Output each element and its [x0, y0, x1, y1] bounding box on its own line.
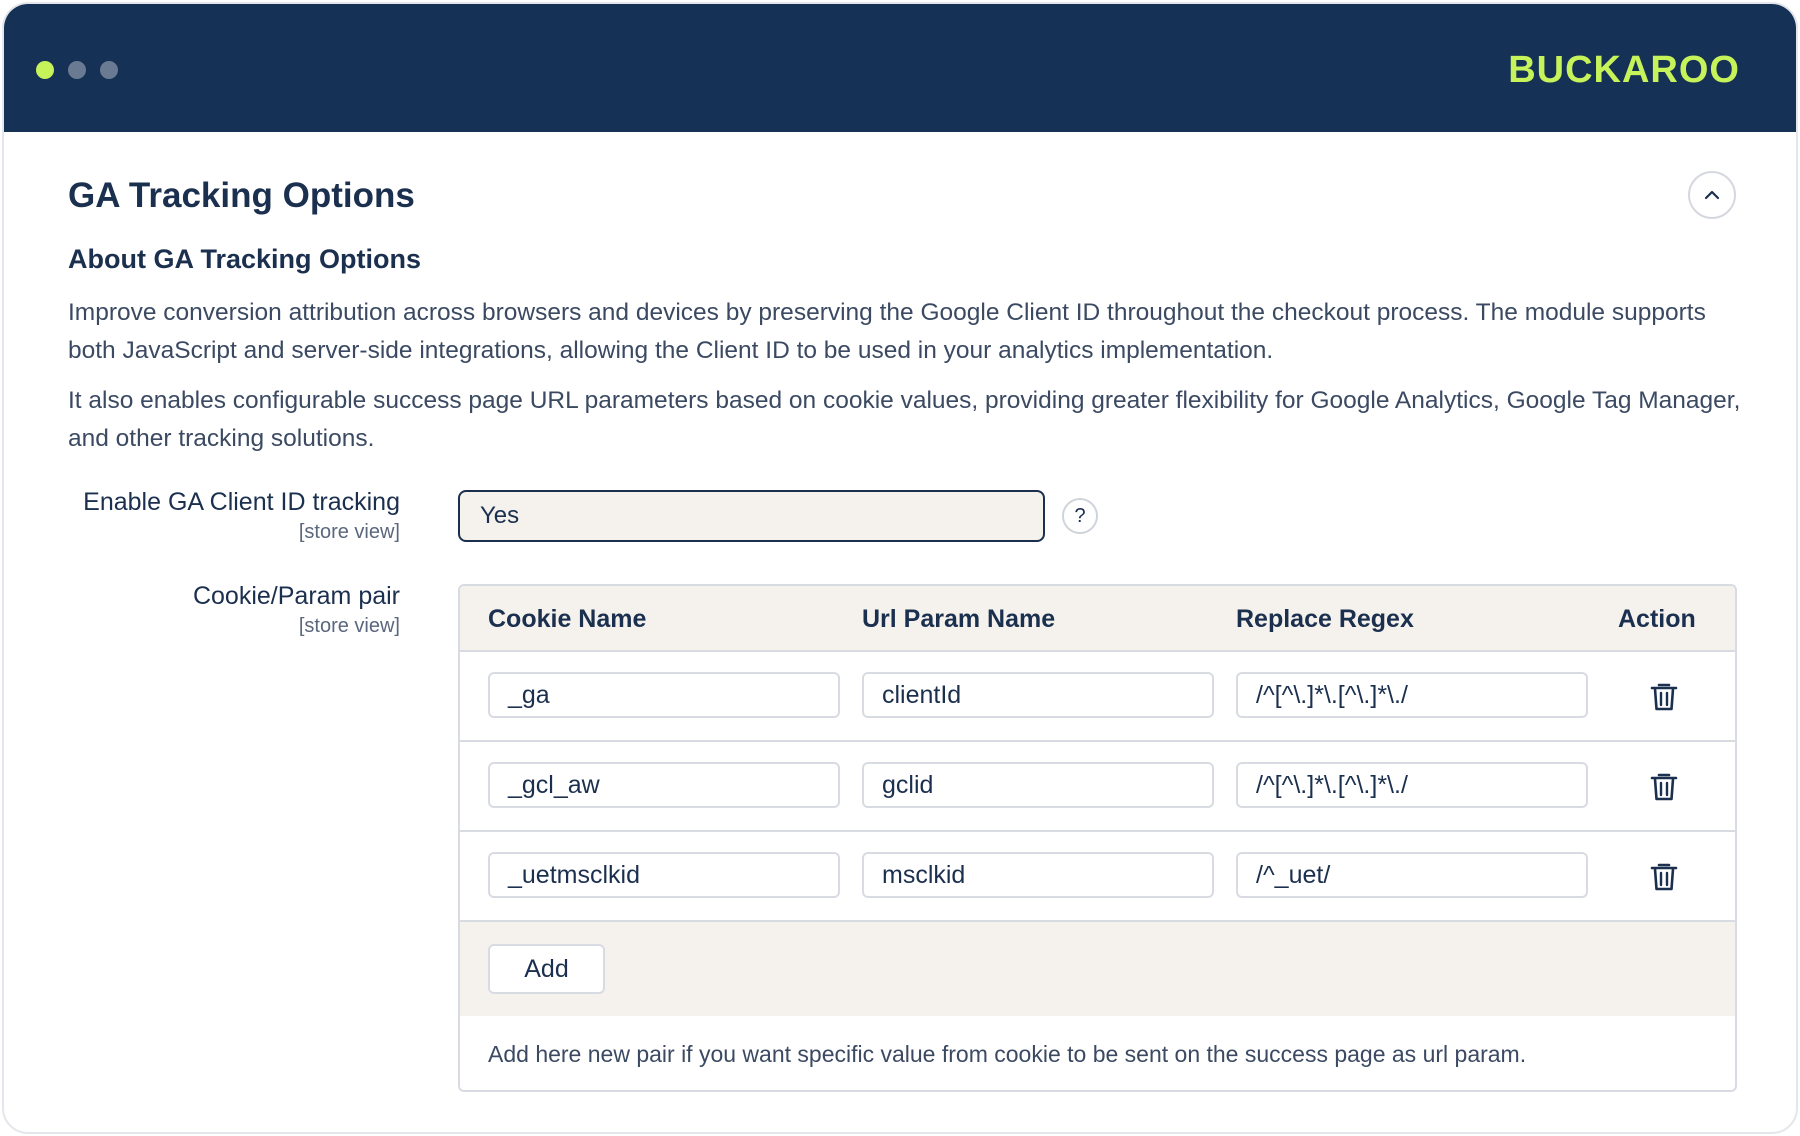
- about-title: About GA Tracking Options: [68, 244, 422, 274]
- window-dot-gray-2[interactable]: [100, 61, 118, 79]
- enable-tracking-select[interactable]: Yes: [458, 490, 1045, 542]
- url-param-input[interactable]: msclkid: [862, 852, 1214, 898]
- add-row: Add: [460, 922, 1735, 1016]
- field-scope: [store view]: [298, 615, 400, 637]
- collapse-button[interactable]: [1688, 171, 1736, 219]
- replace-regex-input[interactable]: /^_uet/: [1236, 852, 1588, 898]
- table-header: Cookie Name Url Param Name Replace Regex…: [460, 586, 1735, 652]
- replace-regex-input[interactable]: /^[^\.]*\.[^\.]*\./: [1236, 762, 1588, 808]
- cookie-param-table: Cookie Name Url Param Name Replace Regex…: [458, 584, 1737, 1092]
- description-paragraph-2: It also enables configurable success pag…: [68, 387, 1741, 452]
- trash-icon[interactable]: [1650, 862, 1678, 892]
- cookie-param-label: Cookie/Param pair [store view]: [193, 582, 400, 638]
- cookie-name-input[interactable]: _uetmsclkid: [488, 852, 840, 898]
- cookie-name-input[interactable]: _ga: [488, 672, 840, 718]
- enable-tracking-label: Enable GA Client ID tracking [store view…: [83, 488, 400, 544]
- trash-icon[interactable]: [1650, 772, 1678, 802]
- table-row: _uetmsclkid msclkid /^_uet/: [460, 832, 1735, 922]
- chevron-up-icon: [1704, 190, 1720, 200]
- app-window: BUCKAROO GA Tracking Options About GA Tr…: [2, 2, 1798, 1134]
- replace-regex-input[interactable]: /^[^\.]*\.[^\.]*\./: [1236, 672, 1588, 718]
- column-header-cookie-name: Cookie Name: [488, 605, 647, 633]
- window-dot-gray[interactable]: [68, 61, 86, 79]
- window-dot-green[interactable]: [36, 61, 54, 79]
- help-icon[interactable]: ?: [1062, 498, 1098, 534]
- field-label: Enable GA Client ID tracking: [83, 488, 400, 516]
- column-header-replace-regex: Replace Regex: [1236, 605, 1414, 633]
- title-bar: BUCKAROO: [4, 4, 1796, 132]
- table-row: _gcl_aw gclid /^[^\.]*\.[^\.]*\./: [460, 742, 1735, 832]
- section-title: GA Tracking Options: [68, 176, 415, 215]
- description-paragraph: Improve conversion attribution across br…: [68, 299, 1706, 364]
- cookie-name-input[interactable]: _gcl_aw: [488, 762, 840, 808]
- table-note: Add here new pair if you want specific v…: [488, 1041, 1527, 1067]
- trash-icon[interactable]: [1650, 682, 1678, 712]
- url-param-input[interactable]: clientId: [862, 672, 1214, 718]
- add-pair-button[interactable]: Add: [488, 944, 605, 994]
- field-scope: [store view]: [298, 521, 400, 543]
- column-header-action: Action: [1618, 605, 1696, 633]
- url-param-input[interactable]: gclid: [862, 762, 1214, 808]
- brand-logo: BUCKAROO: [1508, 49, 1740, 91]
- field-label: Cookie/Param pair: [192, 582, 400, 610]
- table-row: _ga clientId /^[^\.]*\.[^\.]*\./: [460, 652, 1735, 742]
- column-header-url-param-name: Url Param Name: [862, 605, 1056, 633]
- settings-panel: GA Tracking Options About GA Tracking Op…: [4, 132, 1796, 1132]
